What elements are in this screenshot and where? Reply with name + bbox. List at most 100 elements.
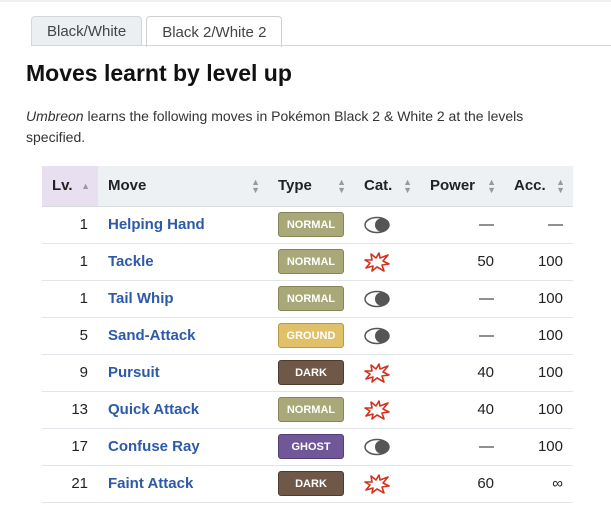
move-link[interactable]: Confuse Ray [108, 438, 200, 455]
category-cell [354, 428, 420, 466]
type-cell: NORMAL [268, 243, 354, 281]
table-row: 1 Helping Hand NORMAL — — [42, 206, 573, 244]
header-category-label: Cat. [364, 177, 393, 195]
move-cell: Sand-Attack [98, 317, 268, 355]
type-badge[interactable]: DARK [278, 360, 344, 385]
table-row: 5 Sand-Attack GROUND —100 [42, 317, 573, 355]
category-cell [354, 465, 420, 503]
power-cell: 50 [420, 243, 504, 281]
tab-black-white[interactable]: Black/White [31, 16, 143, 46]
power-cell: — [420, 428, 504, 466]
type-cell: NORMAL [268, 391, 354, 429]
accuracy-cell: 100 [504, 354, 573, 392]
move-cell: Helping Hand [98, 206, 268, 244]
level-cell: 1 [42, 206, 98, 244]
type-badge[interactable]: DARK [278, 471, 344, 496]
table-row: 1 Tail Whip NORMAL —100 [42, 280, 573, 318]
type-badge[interactable]: NORMAL [278, 212, 344, 237]
moves-table-body: 1 Helping Hand NORMAL — —1 Tackle NORMAL 50 100 1… [42, 206, 573, 503]
level-cell: 1 [42, 243, 98, 281]
move-cell: Confuse Ray [98, 428, 268, 466]
power-cell: — [420, 280, 504, 318]
status-category-icon[interactable] [364, 290, 410, 308]
power-cell: — [420, 206, 504, 244]
accuracy-cell: 100 [504, 280, 573, 318]
sort-icon: ▲ ▼ [403, 176, 412, 195]
header-accuracy-label: Acc. [514, 177, 546, 195]
move-link[interactable]: Sand-Attack [108, 327, 196, 344]
type-badge[interactable]: GHOST [278, 434, 344, 459]
tab-black2-white2[interactable]: Black 2/White 2 [146, 16, 283, 47]
status-category-icon[interactable] [364, 327, 410, 345]
table-row: 17 Confuse Ray GHOST —100 [42, 428, 573, 466]
sort-icon: ▲ ▼ [487, 176, 496, 195]
header-level-label: Lv. [52, 177, 73, 195]
type-cell: DARK [268, 465, 354, 503]
type-badge[interactable]: GROUND [278, 323, 344, 348]
power-cell: 40 [420, 391, 504, 429]
intro-text: Umbreon learns the following moves in Po… [26, 106, 586, 148]
move-cell: Quick Attack [98, 391, 268, 429]
section-heading: Moves learnt by level up [26, 60, 292, 86]
table-row: 21 Faint Attack DARK 60 ∞ [42, 465, 573, 503]
category-cell [354, 354, 420, 392]
status-category-icon[interactable] [364, 216, 410, 234]
sort-icon: ▲ ▼ [337, 176, 346, 195]
type-cell: DARK [268, 354, 354, 392]
type-cell: GROUND [268, 317, 354, 355]
table-row: 13 Quick Attack NORMAL 40 100 [42, 391, 573, 429]
level-cell: 1 [42, 280, 98, 318]
pokemon-name: Umbreon [26, 108, 84, 124]
accuracy-cell: 100 [504, 317, 573, 355]
type-cell: NORMAL [268, 280, 354, 318]
power-cell: 40 [420, 354, 504, 392]
header-level[interactable]: Lv. ▲ [42, 166, 98, 207]
sort-icon: ▲ ▼ [251, 176, 260, 195]
move-link[interactable]: Pursuit [108, 364, 160, 381]
header-accuracy[interactable]: Acc. ▲ ▼ [504, 166, 573, 207]
level-cell: 17 [42, 428, 98, 466]
table-header-row: Lv. ▲ Move ▲ ▼ Type ▲ ▼ Cat. ▲ ▼ Power ▲ ▼ Acc. ▲ ▼ [42, 166, 573, 207]
header-move[interactable]: Move ▲ ▼ [98, 166, 268, 207]
power-cell: — [420, 317, 504, 355]
physical-category-icon[interactable] [364, 399, 410, 420]
status-category-icon[interactable] [364, 438, 410, 456]
game-tabs: Black/White Black 2/White 2 [31, 16, 283, 47]
type-badge[interactable]: NORMAL [278, 397, 344, 422]
header-type[interactable]: Type ▲ ▼ [268, 166, 354, 207]
type-badge[interactable]: NORMAL [278, 286, 344, 311]
move-cell: Pursuit [98, 354, 268, 392]
physical-category-icon[interactable] [364, 362, 410, 383]
move-link[interactable]: Quick Attack [108, 401, 199, 418]
type-cell: GHOST [268, 428, 354, 466]
move-link[interactable]: Tail Whip [108, 290, 174, 307]
header-type-label: Type [278, 177, 312, 195]
category-cell [354, 280, 420, 318]
type-cell: NORMAL [268, 206, 354, 244]
category-cell [354, 243, 420, 281]
physical-category-icon[interactable] [364, 473, 410, 494]
move-link[interactable]: Faint Attack [108, 475, 193, 492]
level-cell: 13 [42, 391, 98, 429]
move-cell: Tail Whip [98, 280, 268, 318]
move-cell: Tackle [98, 243, 268, 281]
sort-icon: ▲ ▼ [556, 176, 565, 195]
sort-asc-icon: ▲ [81, 180, 90, 191]
power-cell: 60 [420, 465, 504, 503]
table-row: 9 Pursuit DARK 40 100 [42, 354, 573, 392]
physical-category-icon[interactable] [364, 251, 410, 272]
level-cell: 5 [42, 317, 98, 355]
level-cell: 21 [42, 465, 98, 503]
header-power[interactable]: Power ▲ ▼ [420, 166, 504, 207]
type-badge[interactable]: NORMAL [278, 249, 344, 274]
header-power-label: Power [430, 177, 476, 195]
move-link[interactable]: Tackle [108, 253, 154, 270]
table-row: 1 Tackle NORMAL 50 100 [42, 243, 573, 281]
category-cell [354, 206, 420, 244]
moves-table: Lv. ▲ Move ▲ ▼ Type ▲ ▼ Cat. ▲ ▼ Power ▲ ▼ Acc. ▲ ▼… [42, 166, 573, 503]
move-link[interactable]: Helping Hand [108, 216, 205, 233]
header-category[interactable]: Cat. ▲ ▼ [354, 166, 420, 207]
accuracy-cell: 100 [504, 243, 573, 281]
level-cell: 9 [42, 354, 98, 392]
move-cell: Faint Attack [98, 465, 268, 503]
